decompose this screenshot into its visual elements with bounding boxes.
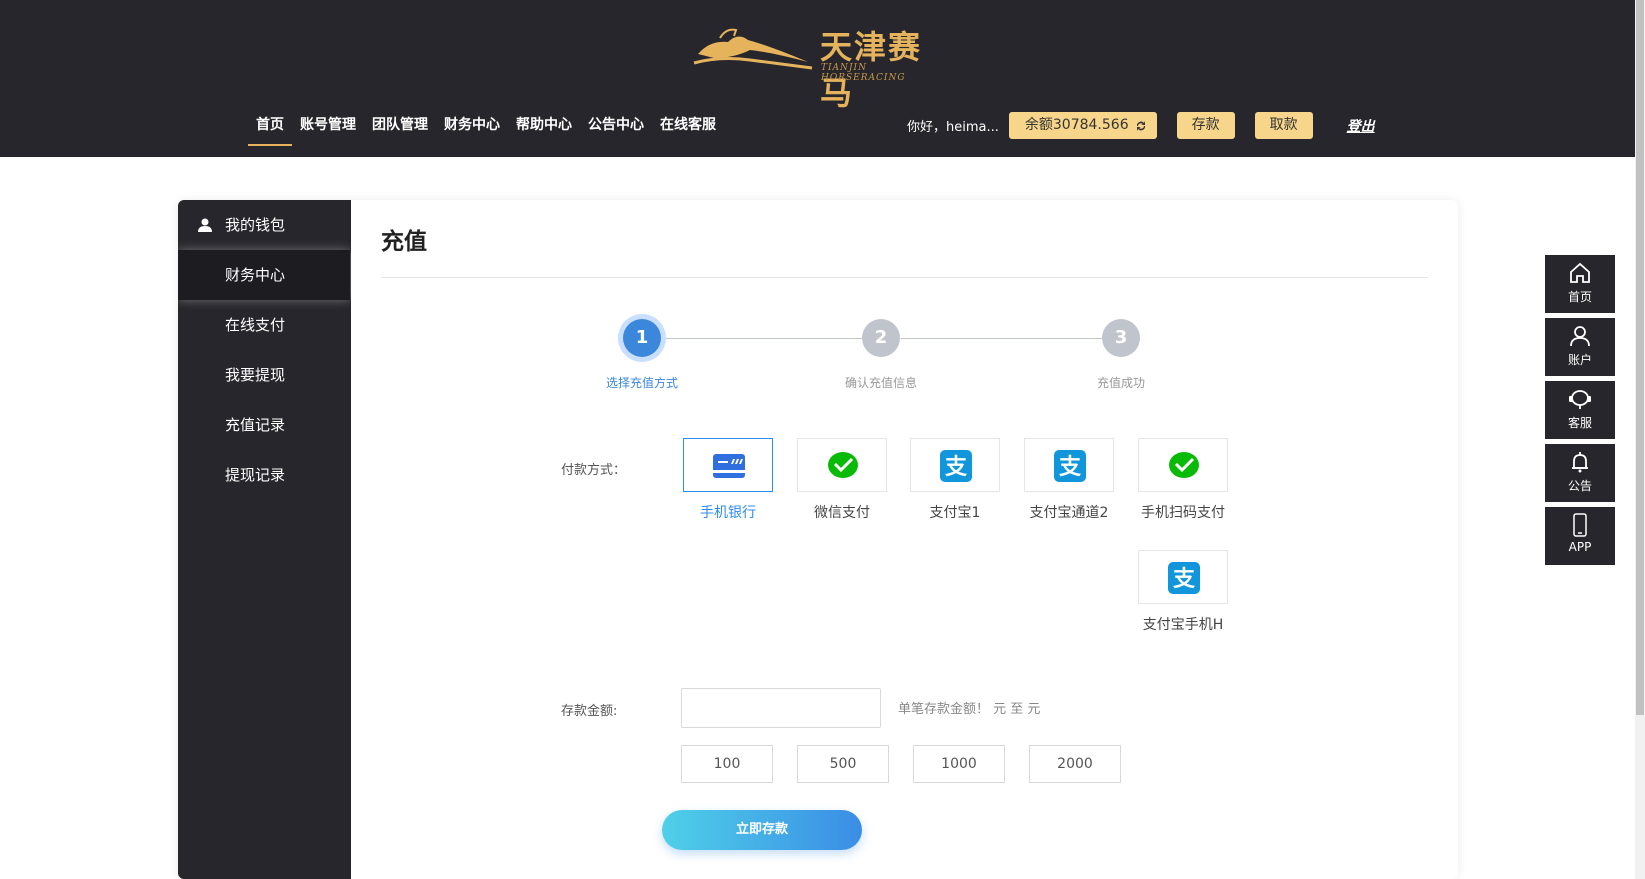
sidebar-item-withdraw[interactable]: 我要提现 — [178, 350, 351, 400]
user-icon — [1570, 326, 1590, 347]
nav-help[interactable]: 帮助中心 — [508, 114, 580, 150]
site-logo[interactable]: 天津赛马 TIANJIN HORSERACING — [690, 18, 950, 112]
nav-finance[interactable]: 财务中心 — [436, 114, 508, 150]
pay-option-alipay-2[interactable]: 支 — [1024, 438, 1114, 492]
step-label-1: 选择充值方式 — [605, 376, 679, 390]
nav-online-service[interactable]: 在线客服 — [652, 114, 724, 150]
pay-option-wechat[interactable] — [797, 438, 887, 492]
logout-link[interactable]: 登出 — [1347, 116, 1375, 136]
horse-logo-icon — [693, 28, 813, 70]
balance-text: 余额30784.566 — [1024, 117, 1129, 133]
main-panel: 充值 1 2 3 选择充值方式 确认充值信息 充值成功 付款方式： 支 支 支 … — [351, 200, 1458, 879]
step-label-2: 确认充值信息 — [844, 376, 918, 390]
bank-card-icon — [713, 454, 745, 478]
pay-name-wechat[interactable]: 微信支付 — [814, 502, 870, 522]
pay-option-alipay-1[interactable]: 支 — [910, 438, 1000, 492]
float-notice-label: 公告 — [1567, 479, 1592, 493]
svg-text:支: 支 — [945, 455, 968, 480]
amount-label: 存款金额: — [561, 704, 618, 719]
sidebar: 我的钱包 财务中心 在线支付 我要提现 充值记录 提现记录 — [178, 200, 351, 879]
title-divider — [381, 277, 1428, 278]
float-notice[interactable]: 公告 — [1545, 444, 1615, 502]
sidebar-item-online-pay[interactable]: 在线支付 — [178, 300, 351, 350]
float-app-label: APP — [1568, 540, 1592, 554]
bell-icon — [1572, 452, 1588, 473]
pay-name-mobile-bank[interactable]: 手机银行 — [700, 502, 756, 522]
floating-sidebar: 首页 账户 客服 公告 APP — [1545, 255, 1615, 570]
float-service[interactable]: 客服 — [1545, 381, 1615, 439]
alipay-icon: 支 — [940, 450, 972, 482]
pay-name-scan[interactable]: 手机扫码支付 — [1141, 502, 1225, 522]
pay-name-alipay-2[interactable]: 支付宝通道2 — [1030, 502, 1109, 522]
float-account[interactable]: 账户 — [1545, 318, 1615, 376]
mobile-phone-icon — [1573, 513, 1587, 537]
svg-text:支: 支 — [1059, 455, 1082, 480]
pay-name-alipay-h5[interactable]: 支付宝手机H — [1143, 614, 1224, 634]
float-home[interactable]: 首页 — [1545, 255, 1615, 313]
alipay-icon: 支 — [1054, 450, 1086, 482]
step-circle-3: 3 — [1102, 319, 1140, 357]
quick-amount-2000[interactable]: 2000 — [1029, 745, 1121, 783]
page-title: 充值 — [381, 229, 427, 255]
refresh-icon[interactable] — [1135, 120, 1147, 132]
float-account-label: 账户 — [1567, 353, 1592, 367]
quick-amount-1000[interactable]: 1000 — [913, 745, 1005, 783]
user-area: 你好，heima... 余额30784.566 存款 取款 登出 — [907, 112, 1375, 139]
content-card: 我的钱包 财务中心 在线支付 我要提现 充值记录 提现记录 充值 1 2 3 选… — [178, 200, 1458, 879]
top-header: 天津赛马 TIANJIN HORSERACING 首页 账号管理 团队管理 财务… — [0, 0, 1635, 157]
scrollbar-thumb[interactable] — [1636, 0, 1644, 715]
amount-hint: 单笔存款金额！ 元 至 元 — [898, 702, 1041, 717]
pay-method-label: 付款方式： — [561, 463, 627, 478]
amount-input[interactable] — [681, 688, 881, 728]
float-app[interactable]: APP — [1545, 507, 1615, 565]
sidebar-head-wallet: 我的钱包 — [178, 200, 351, 250]
nav-home[interactable]: 首页 — [248, 114, 292, 150]
float-service-label: 客服 — [1567, 416, 1592, 430]
pay-option-scan[interactable] — [1138, 438, 1228, 492]
step-circle-1: 1 — [623, 319, 661, 357]
float-home-label: 首页 — [1567, 290, 1592, 304]
pay-option-mobile-bank[interactable] — [683, 438, 773, 492]
nav-team[interactable]: 团队管理 — [364, 114, 436, 150]
sidebar-item-finance[interactable]: 财务中心 — [178, 250, 350, 300]
svg-text:支: 支 — [1173, 567, 1196, 592]
alipay-icon: 支 — [1168, 562, 1200, 594]
quick-amount-500[interactable]: 500 — [797, 745, 889, 783]
sidebar-item-deposit-records[interactable]: 充值记录 — [178, 400, 351, 450]
headset-icon — [1569, 390, 1591, 409]
main-nav: 首页 账号管理 团队管理 财务中心 帮助中心 公告中心 在线客服 — [248, 114, 724, 150]
step-label-3: 充值成功 — [1096, 376, 1146, 390]
submit-deposit-button[interactable]: 立即存款 — [662, 810, 862, 850]
deposit-button[interactable]: 存款 — [1176, 112, 1235, 139]
user-greeting: 你好，heima... — [907, 120, 999, 135]
wechat-pay-icon — [828, 452, 858, 478]
sidebar-item-withdraw-records[interactable]: 提现记录 — [178, 450, 351, 500]
step-connector-2 — [901, 338, 1131, 339]
nav-notice[interactable]: 公告中心 — [580, 114, 652, 150]
nav-account[interactable]: 账号管理 — [292, 114, 364, 150]
user-icon — [198, 218, 212, 232]
wechat-pay-icon — [1169, 452, 1199, 478]
balance-button[interactable]: 余额30784.566 — [1008, 112, 1157, 139]
home-icon — [1570, 262, 1590, 283]
step-connector-1 — [661, 338, 891, 339]
logo-subtitle: TIANJIN HORSERACING — [821, 63, 906, 83]
step-circle-2: 2 — [862, 319, 900, 357]
sidebar-head-label: 我的钱包 — [225, 216, 286, 234]
pay-name-alipay-1[interactable]: 支付宝1 — [930, 502, 981, 522]
withdraw-button[interactable]: 取款 — [1254, 112, 1313, 139]
quick-amount-100[interactable]: 100 — [681, 745, 773, 783]
pay-option-alipay-h5[interactable]: 支 — [1138, 550, 1228, 604]
